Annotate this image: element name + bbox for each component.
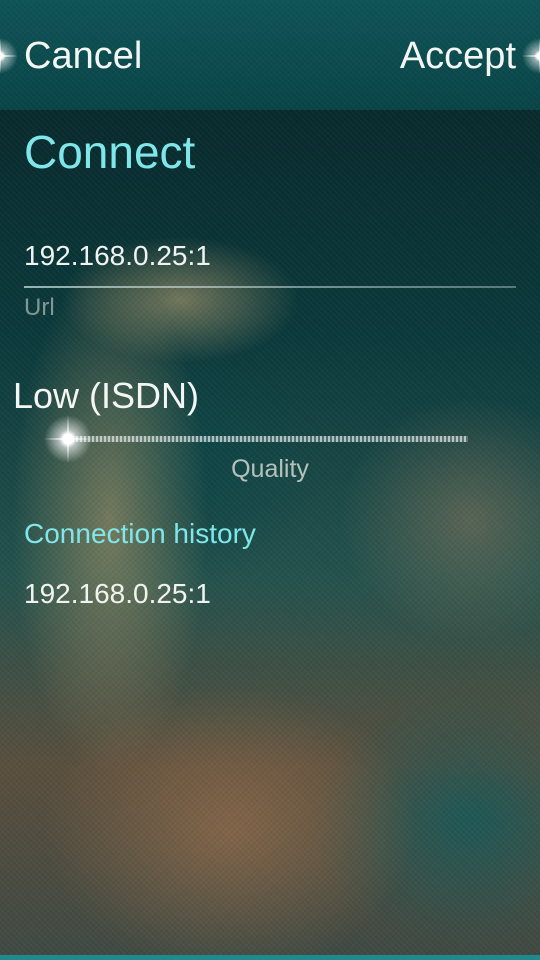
bottom-edge-indicator xyxy=(0,955,540,960)
history-list-item[interactable]: 192.168.0.25:1 xyxy=(0,566,540,630)
url-field-label: Url xyxy=(24,294,55,321)
page-title: Connect xyxy=(24,126,196,178)
quality-value-label: Low (ISDN) xyxy=(13,375,200,416)
quality-slider-track[interactable] xyxy=(68,436,468,442)
connection-history-header: Connection history xyxy=(24,518,256,549)
left-edge-glow-icon xyxy=(0,38,18,74)
accept-button[interactable]: Accept xyxy=(400,28,516,84)
url-input-underline xyxy=(24,286,516,288)
cancel-button[interactable]: Cancel xyxy=(24,28,142,84)
quality-slider-label: Quality xyxy=(231,455,309,483)
history-item-label: 192.168.0.25:1 xyxy=(24,578,211,609)
right-edge-glow-icon xyxy=(522,38,540,74)
connect-dialog: Cancel Accept Connect 192.168.0.25:1 Url… xyxy=(0,0,540,960)
url-input[interactable]: 192.168.0.25:1 xyxy=(24,240,211,272)
dialog-header: Cancel Accept xyxy=(0,0,540,110)
